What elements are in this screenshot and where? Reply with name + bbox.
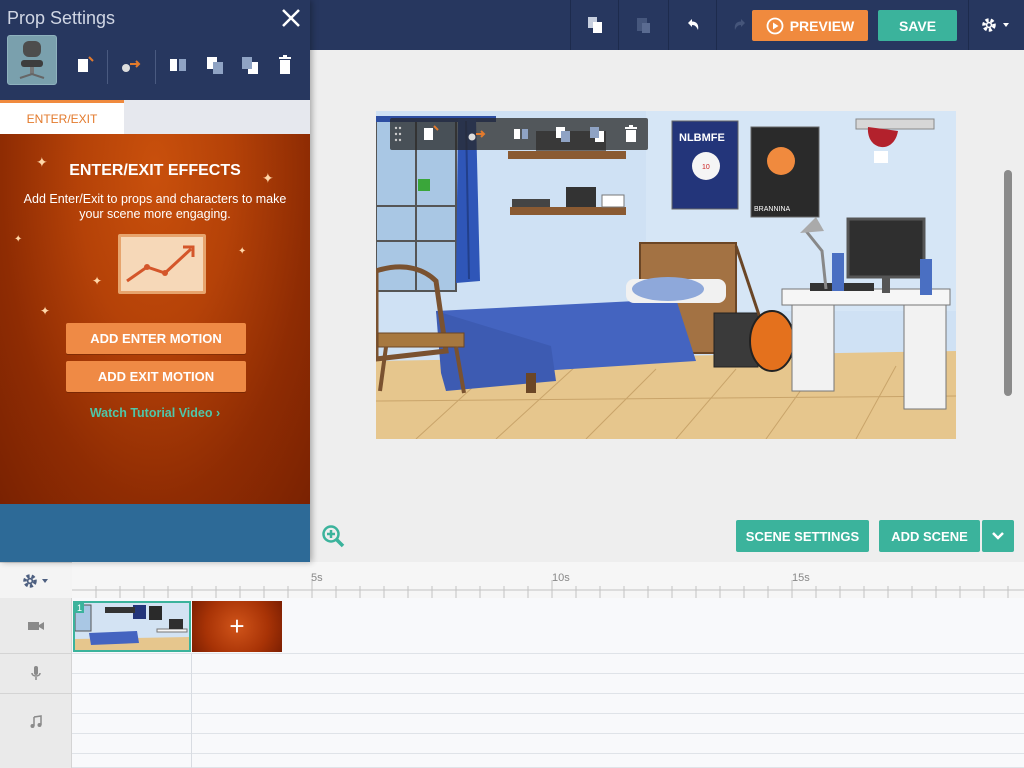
add-enter-motion-button[interactable]: ADD ENTER MOTION — [66, 323, 246, 354]
scene-number-badge: 1 — [75, 603, 85, 613]
sparkle-icon: ✦ — [14, 234, 23, 245]
plus-icon: + — [229, 611, 245, 641]
motion-path-icon[interactable] — [466, 123, 488, 145]
save-button[interactable]: SAVE — [878, 10, 957, 41]
add-enter-motion-label: ADD ENTER MOTION — [90, 331, 222, 346]
camera-icon — [27, 617, 45, 635]
add-exit-motion-button[interactable]: ADD EXIT MOTION — [66, 361, 246, 392]
swap-prop-icon[interactable] — [72, 52, 98, 78]
zoom-in-icon[interactable] — [321, 524, 345, 548]
add-scene-label: ADD SCENE — [891, 528, 968, 544]
voice-track-row[interactable] — [72, 654, 1024, 674]
microphone-icon — [27, 664, 45, 682]
voice-track-row[interactable] — [72, 674, 1024, 694]
panel-header: Prop Settings — [0, 0, 310, 100]
tick-label: 15s — [792, 572, 810, 584]
add-exit-motion-label: ADD EXIT MOTION — [97, 369, 215, 384]
chevron-down-icon — [992, 532, 1004, 540]
close-icon[interactable] — [279, 6, 303, 30]
redo-icon[interactable] — [727, 12, 753, 38]
drag-handle-icon[interactable] — [392, 123, 404, 145]
growth-chart-illustration — [118, 234, 206, 294]
paste-icon[interactable] — [630, 12, 656, 38]
scene-settings-button[interactable]: SCENE SETTINGS — [736, 520, 869, 552]
watch-tutorial-link[interactable]: Watch Tutorial Video › — [0, 406, 310, 420]
swap-prop-icon[interactable] — [420, 123, 442, 145]
scene-canvas[interactable]: NLBMFE 10 BRANNINA — [376, 111, 956, 439]
delete-icon[interactable] — [272, 52, 298, 78]
panel-title: Prop Settings — [7, 8, 116, 28]
music-track-row[interactable] — [72, 714, 1024, 734]
flip-icon[interactable] — [510, 123, 532, 145]
music-track-row[interactable] — [72, 734, 1024, 754]
play-circle-icon — [766, 17, 784, 34]
send-backward-icon[interactable] — [237, 52, 263, 78]
toolbar-divider — [107, 50, 108, 84]
chevron-right-icon: › — [216, 406, 221, 420]
sparkle-icon: ✦ — [40, 304, 51, 318]
watch-tutorial-label: Watch Tutorial Video — [89, 406, 213, 420]
track-label-divider — [0, 653, 72, 654]
flip-icon[interactable] — [165, 52, 191, 78]
toolbar-divider — [716, 0, 717, 50]
timeline-divider — [191, 654, 192, 768]
prop-thumbnail[interactable] — [7, 35, 57, 85]
delete-icon[interactable] — [620, 123, 642, 145]
music-track-row[interactable] — [72, 694, 1024, 714]
bring-forward-icon[interactable] — [552, 123, 574, 145]
office-chair-icon — [19, 41, 45, 79]
motion-path-icon[interactable] — [118, 52, 144, 78]
poster-left-number: 10 — [702, 164, 710, 171]
add-scene-dropdown[interactable] — [982, 520, 1014, 552]
toolbar-divider — [155, 50, 156, 84]
canvas-scrollbar[interactable] — [1004, 170, 1012, 396]
effects-heading: ENTER/EXIT EFFECTS — [69, 162, 241, 179]
toolbar-divider — [668, 0, 669, 50]
scene-settings-label: SCENE SETTINGS — [745, 528, 860, 544]
bedroom-scene-illustration: NLBMFE 10 BRANNINA — [376, 111, 956, 439]
prop-settings-panel: Prop Settings ENTER/EXIT ✦ ✦ ✦ ✦ ✦ ✦ ENT… — [0, 0, 310, 562]
save-label: SAVE — [898, 17, 937, 34]
preview-button[interactable]: PREVIEW — [752, 10, 868, 41]
sparkle-icon: ✦ — [92, 274, 103, 288]
scene-thumbnail[interactable]: 1 — [73, 601, 191, 652]
tab-enter-exit-label: ENTER/EXIT — [26, 111, 98, 126]
bring-forward-icon[interactable] — [202, 52, 228, 78]
toolbar-divider — [968, 0, 969, 50]
undo-icon[interactable] — [680, 12, 706, 38]
tick-label: 10s — [552, 572, 570, 584]
effects-description: Add Enter/Exit to props and characters t… — [23, 192, 287, 221]
scene-thumbnail-image — [75, 603, 189, 650]
tab-enter-exit[interactable]: ENTER/EXIT — [0, 100, 124, 134]
add-scene-tile[interactable]: + — [192, 601, 282, 652]
preview-label: PREVIEW — [789, 17, 855, 34]
tick-label: 5s — [311, 572, 323, 584]
sparkle-icon: ✦ — [238, 246, 247, 257]
poster-left-text: NLBMFE — [679, 132, 725, 144]
add-scene-button[interactable]: ADD SCENE — [879, 520, 980, 552]
music-note-icon — [27, 713, 45, 731]
poster-right-text: BRANNINA — [754, 206, 791, 213]
timeline-ruler[interactable] — [72, 562, 1024, 600]
selection-toolbar — [390, 118, 648, 150]
copy-icon[interactable] — [582, 12, 608, 38]
music-track-row[interactable] — [72, 754, 1024, 768]
send-backward-icon[interactable] — [586, 123, 608, 145]
timeline-settings-gear-icon[interactable] — [20, 571, 54, 591]
enter-exit-effects-section: ✦ ✦ ✦ ✦ ✦ ✦ ENTER/EXIT EFFECTS Add Enter… — [0, 134, 310, 504]
settings-gear-icon[interactable] — [978, 12, 1012, 38]
toolbar-divider — [570, 0, 571, 50]
track-label-divider — [0, 693, 72, 694]
toolbar-divider — [618, 0, 619, 50]
